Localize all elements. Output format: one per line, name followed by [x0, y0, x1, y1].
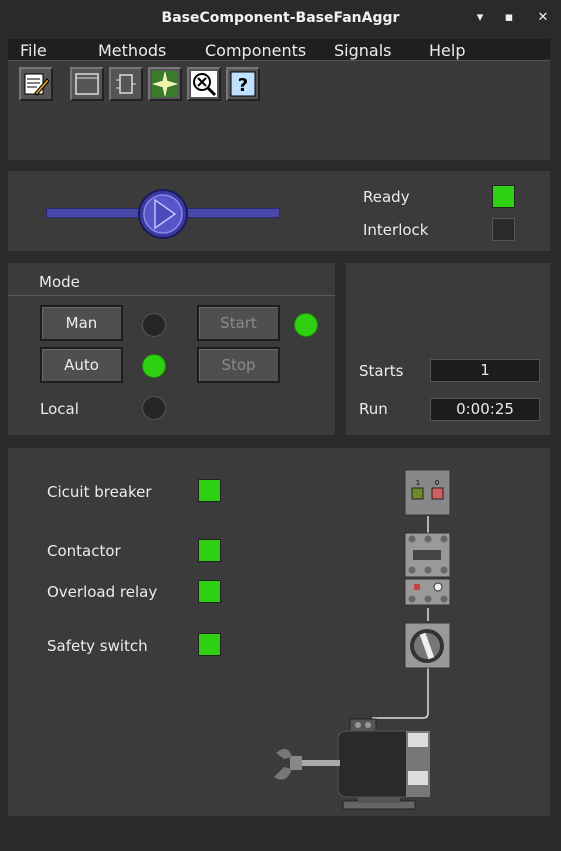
start-button[interactable]: Start: [197, 305, 280, 341]
overload-relay-indicator: [198, 580, 221, 603]
menu-help[interactable]: Help: [429, 41, 465, 60]
starts-label: Starts: [359, 362, 404, 380]
component-icon[interactable]: [109, 67, 143, 101]
mode-panel: Mode Man Start Auto Stop Local: [8, 263, 335, 435]
svg-text:0: 0: [435, 479, 439, 487]
fan-panel: Ready Interlock: [8, 171, 550, 251]
signals-panel: Cicuit breaker Contactor Overload relay …: [8, 448, 550, 816]
safety-switch-indicator: [198, 633, 221, 656]
safety-switch-icon: [404, 622, 451, 669]
man-button[interactable]: Man: [40, 305, 123, 341]
local-indicator: [142, 396, 166, 420]
circuit-breaker-icon: 1 0: [404, 469, 451, 516]
ready-label: Ready: [363, 188, 410, 206]
fan-icon[interactable]: [137, 188, 189, 240]
title-bar: BaseComponent-BaseFanAggr ▾ ▪ ✕: [0, 0, 561, 37]
stop-button[interactable]: Stop: [197, 347, 280, 383]
overload-relay-label: Overload relay: [47, 583, 158, 601]
interlock-indicator: [492, 218, 515, 241]
menu-signals[interactable]: Signals: [334, 41, 391, 60]
mode-divider: [8, 295, 335, 296]
notepad-edit-icon[interactable]: [19, 67, 53, 101]
run-time-value: 0:00:25: [430, 398, 540, 421]
local-label: Local: [40, 400, 79, 418]
flash-star-icon[interactable]: [148, 67, 182, 101]
run-label: Run: [359, 400, 388, 418]
menu-components[interactable]: Components: [205, 41, 306, 60]
overload-relay-icon: [404, 578, 451, 606]
menu-file[interactable]: File: [20, 41, 47, 60]
circuit-breaker-label: Cicuit breaker: [47, 483, 152, 501]
auto-button[interactable]: Auto: [40, 347, 123, 383]
motor-icon: [274, 718, 430, 810]
auto-indicator: [142, 354, 166, 378]
contactor-label: Contactor: [47, 542, 121, 560]
search-x-icon[interactable]: [187, 67, 221, 101]
contactor-icon: [404, 532, 451, 578]
svg-text:1: 1: [416, 479, 420, 487]
toolbar: ?: [8, 61, 550, 160]
menu-bar: File Methods Components Signals Help: [8, 39, 550, 61]
window-icon[interactable]: [70, 67, 104, 101]
man-indicator: [142, 313, 166, 337]
minimize-icon[interactable]: ▾: [470, 8, 490, 28]
svg-text:?: ?: [238, 75, 248, 96]
ready-indicator: [492, 185, 515, 208]
circuit-breaker-indicator: [198, 479, 221, 502]
safety-switch-label: Safety switch: [47, 637, 148, 655]
mode-title: Mode: [39, 273, 80, 291]
menu-methods[interactable]: Methods: [98, 41, 166, 60]
contactor-indicator: [198, 539, 221, 562]
close-icon[interactable]: ✕: [533, 8, 553, 28]
start-indicator: [294, 313, 318, 337]
interlock-label: Interlock: [363, 221, 429, 239]
help-icon[interactable]: ?: [226, 67, 260, 101]
counters-panel: Starts 1 Run 0:00:25: [346, 263, 550, 435]
starts-value: 1: [430, 359, 540, 382]
maximize-icon[interactable]: ▪: [499, 8, 519, 28]
fan-wiring-diagram: 1 0: [274, 469, 451, 810]
